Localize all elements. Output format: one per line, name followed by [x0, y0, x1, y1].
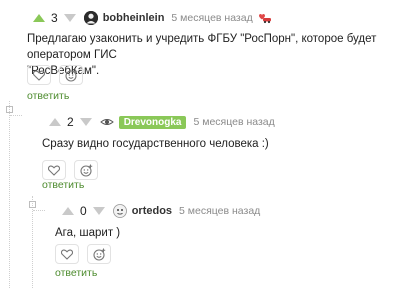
- comment-actions: [55, 244, 119, 264]
- comment-author[interactable]: bobheinlein: [103, 12, 165, 24]
- downvote-button[interactable]: [92, 207, 105, 215]
- comment-time[interactable]: 5 месяцев назад: [179, 205, 260, 217]
- heart-car-icon: [258, 13, 272, 24]
- avatar[interactable]: [99, 115, 114, 129]
- comment-author[interactable]: Drevonogka: [118, 115, 187, 129]
- downvote-button[interactable]: [79, 118, 92, 126]
- add-emoji-icon: [92, 248, 105, 261]
- reply-link[interactable]: ответить: [55, 267, 97, 279]
- upvote-button[interactable]: [49, 118, 61, 126]
- user-avatar-icon: [83, 11, 98, 25]
- thread-line-level1: [9, 101, 10, 288]
- emoji-reaction-button[interactable]: [87, 244, 111, 264]
- heart-icon: [48, 164, 60, 176]
- downvote-button[interactable]: [63, 14, 76, 22]
- comment-text: Ага, шарит ): [55, 225, 385, 241]
- thread-collapse-toggle-1[interactable]: [6, 106, 13, 113]
- thread-branch-1: [10, 115, 22, 116]
- thread-collapse-toggle-2[interactable]: [29, 201, 36, 208]
- thread-branch-2: [33, 210, 45, 211]
- emoji-reaction-button[interactable]: [74, 160, 98, 180]
- comment-header: 3 bobheinlein 5 месяцев назад: [33, 10, 272, 26]
- comment-text-line: Ага, шарит ): [55, 227, 121, 239]
- comment-rating: 0: [80, 204, 87, 218]
- comment-rating: 3: [51, 11, 58, 25]
- comment-text-line: Сразу видно государственного человека :): [42, 138, 269, 150]
- reply-link[interactable]: ответить: [42, 179, 84, 191]
- comment-header: 0 ortedos 5 месяцев назад: [62, 203, 260, 219]
- like-button[interactable]: [55, 244, 79, 264]
- like-button[interactable]: [42, 160, 66, 180]
- reply-link[interactable]: ответить: [27, 90, 69, 102]
- comment-author[interactable]: ortedos: [132, 205, 172, 217]
- comment-time[interactable]: 5 месяцев назад: [171, 12, 252, 24]
- comment-actions: [27, 65, 91, 85]
- comment-text: Сразу видно государственного человека :): [42, 136, 392, 152]
- heart-icon: [33, 69, 45, 81]
- user-avatar-icon: [112, 204, 127, 218]
- comment-rating: 2: [67, 115, 74, 129]
- emoji-reaction-button[interactable]: [59, 65, 83, 85]
- upvote-button[interactable]: [62, 207, 74, 215]
- comment-text-line: Предлагаю узаконить и учредить ФГБУ "Рос…: [27, 33, 377, 61]
- like-button[interactable]: [27, 65, 51, 85]
- comment-actions: [42, 160, 106, 180]
- user-avatar-icon: [99, 119, 114, 125]
- add-emoji-icon: [64, 69, 77, 82]
- avatar[interactable]: [83, 11, 98, 25]
- avatar[interactable]: [112, 204, 127, 218]
- comment-time[interactable]: 5 месяцев назад: [193, 116, 274, 128]
- heart-icon: [61, 248, 73, 260]
- upvote-button[interactable]: [33, 14, 45, 22]
- comment-header: 2 Drevonogka 5 месяцев назад: [49, 114, 275, 130]
- add-emoji-icon: [79, 164, 92, 177]
